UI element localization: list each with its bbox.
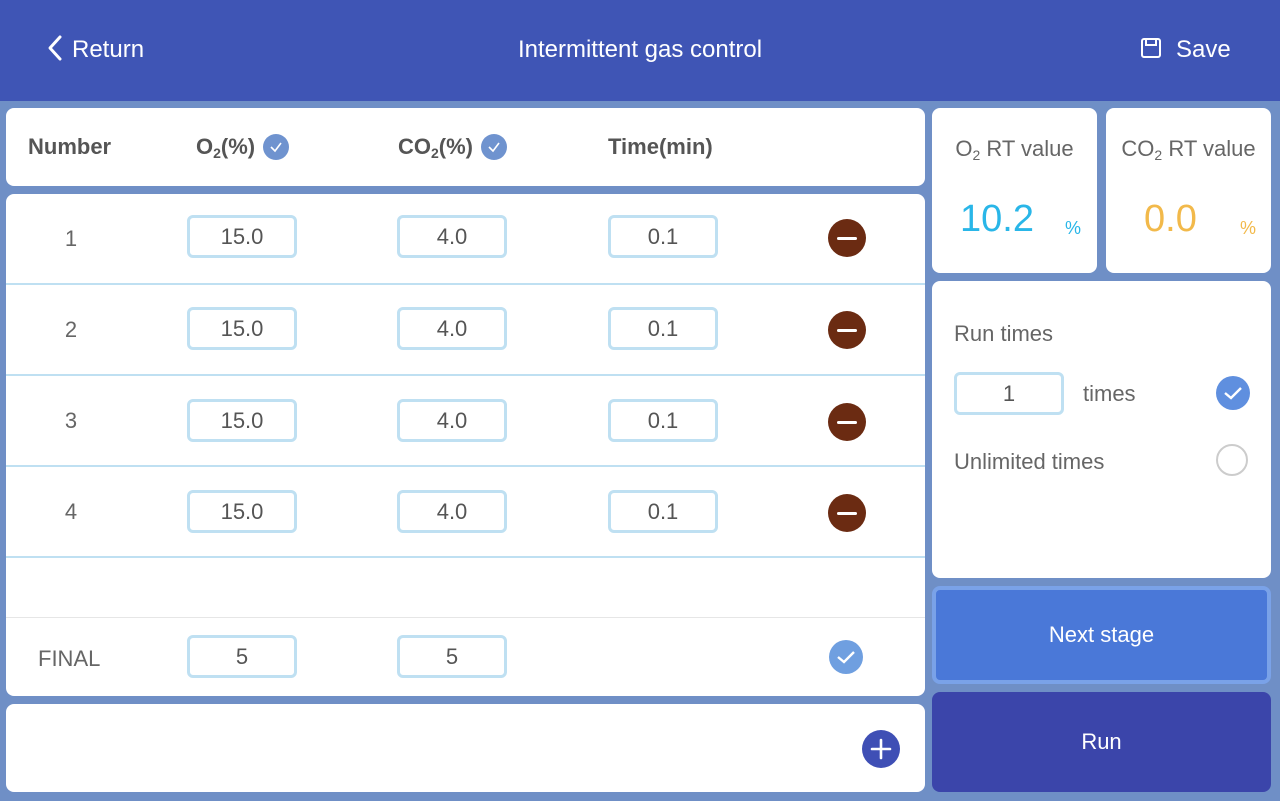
- o2-input[interactable]: 15.0: [187, 399, 297, 442]
- column-header-time: Time(min): [608, 134, 713, 159]
- save-button[interactable]: Save: [1140, 30, 1231, 70]
- o2-rt-unit: %: [1065, 218, 1082, 238]
- minus-icon: [837, 420, 857, 424]
- page-title: Intermittent gas control: [517, 36, 763, 63]
- column-header-co2[interactable]: CO2(%): [398, 108, 508, 186]
- remove-row-button[interactable]: [828, 311, 866, 349]
- next-stage-button[interactable]: Next stage: [932, 586, 1271, 684]
- minus-icon: [837, 236, 857, 240]
- o2-rt-title: O2 RT value: [955, 136, 1074, 163]
- top-bar: Return Intermittent gas control Save: [0, 0, 1280, 101]
- co2-input[interactable]: 4.0: [397, 490, 507, 533]
- final-o2-input[interactable]: 5: [187, 635, 297, 678]
- time-input[interactable]: 0.1: [608, 399, 718, 442]
- co2-rt-value: 0.0: [1144, 198, 1197, 240]
- row-number: 2: [64, 317, 78, 342]
- table-row: 3 15.0 4.0 0.1: [6, 376, 925, 467]
- minus-icon: [837, 328, 857, 332]
- run-times-label: Run times: [954, 321, 1054, 346]
- return-button[interactable]: Return: [46, 30, 144, 70]
- minus-icon: [837, 511, 857, 515]
- time-input[interactable]: 0.1: [608, 307, 718, 350]
- unlimited-radio[interactable]: [1216, 444, 1248, 476]
- stage-table: 1 15.0 4.0 0.1 2 15.0 4.0 0.1 3 15.0 4.0…: [6, 194, 925, 696]
- o2-input[interactable]: 15.0: [187, 215, 297, 258]
- run-settings-panel: Run times 1 times Unlimited times: [932, 281, 1271, 578]
- o2-input[interactable]: 15.0: [187, 490, 297, 533]
- o2-rt-card: O2 RT value 10.2 %: [932, 108, 1097, 273]
- remove-row-button[interactable]: [828, 494, 866, 532]
- time-input[interactable]: 0.1: [608, 215, 718, 258]
- save-label: Save: [1176, 36, 1231, 63]
- times-label: times: [1083, 381, 1136, 406]
- co2-rt-unit: %: [1240, 218, 1257, 238]
- chevron-left-icon: [46, 34, 64, 67]
- unlimited-times-label: Unlimited times: [954, 449, 1105, 474]
- final-co2-input[interactable]: 5: [397, 635, 507, 678]
- remove-row-button[interactable]: [828, 219, 866, 257]
- table-row: 1 15.0 4.0 0.1: [6, 194, 925, 285]
- table-row: 2 15.0 4.0 0.1: [6, 285, 925, 376]
- run-button[interactable]: Run: [932, 692, 1271, 792]
- check-icon[interactable]: [481, 134, 508, 160]
- final-label: FINAL: [38, 646, 101, 671]
- return-label: Return: [72, 36, 145, 63]
- row-number: 1: [64, 226, 78, 251]
- times-radio-checked-icon[interactable]: [1216, 376, 1250, 410]
- table-row: 4 15.0 4.0 0.1: [6, 467, 925, 558]
- check-icon[interactable]: [263, 134, 290, 160]
- co2-rt-title: CO2 RT value: [1121, 136, 1256, 163]
- co2-input[interactable]: 4.0: [397, 307, 507, 350]
- remove-row-button[interactable]: [828, 403, 866, 441]
- co2-input[interactable]: 4.0: [397, 215, 507, 258]
- save-icon: [1140, 37, 1162, 64]
- o2-rt-value: 10.2: [960, 198, 1034, 240]
- o2-input[interactable]: 15.0: [187, 307, 297, 350]
- table-header: Number O2(%) CO2(%) Time(min): [6, 108, 925, 186]
- times-input[interactable]: 1: [954, 372, 1064, 415]
- co2-rt-card: CO2 RT value 0.0 %: [1106, 108, 1271, 273]
- row-number: 4: [64, 499, 78, 524]
- divider: [6, 617, 925, 618]
- column-header-number: Number: [28, 134, 112, 159]
- row-number: 3: [64, 408, 78, 433]
- plus-icon: [870, 738, 892, 760]
- co2-input[interactable]: 4.0: [397, 399, 507, 442]
- add-row-panel: [6, 704, 925, 792]
- time-input[interactable]: 0.1: [608, 490, 718, 533]
- column-header-o2[interactable]: O2(%): [196, 108, 290, 186]
- final-check-icon[interactable]: [829, 640, 863, 674]
- add-row-button[interactable]: [862, 730, 900, 768]
